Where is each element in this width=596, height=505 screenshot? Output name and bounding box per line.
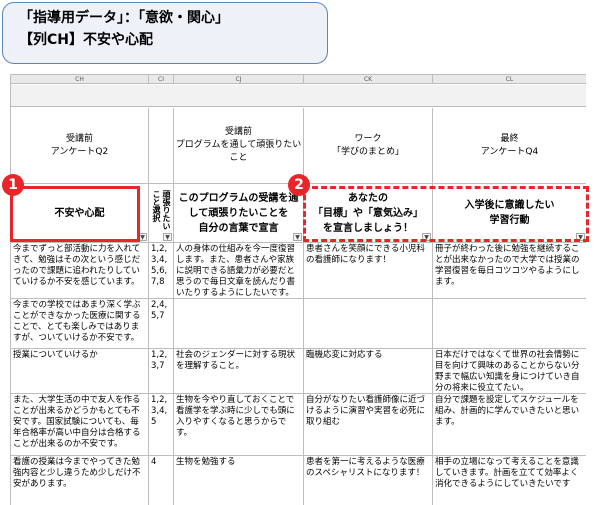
- column-header-ch[interactable]: CH: [11, 75, 149, 84]
- header-cj-program[interactable]: 受講前 プログラムを通して頑張りたいこと: [174, 108, 304, 184]
- highlight-box-ch: [10, 186, 140, 242]
- header-ch-survey[interactable]: 受講前 アンケートQ2: [11, 108, 149, 184]
- header-ci-blank[interactable]: [149, 108, 174, 184]
- header-ck-line2: 「学びのまとめ」: [331, 146, 404, 157]
- table-cell-ch[interactable]: 今までずっと部活動に力を入れてきて、勉強はその次という感じだったので課題に追われ…: [11, 243, 149, 299]
- highlight-box-ck-cl: [303, 186, 589, 242]
- header-ch-line1: 受講前: [65, 133, 93, 144]
- table-cell-ch[interactable]: 授業についていけるか: [11, 349, 149, 394]
- table-cell-cj[interactable]: 生物を勉強する: [174, 456, 304, 505]
- header-cl-final[interactable]: 最終 アンケートQ4: [433, 108, 586, 184]
- table-cell-ci[interactable]: 2,4,5,7: [149, 299, 174, 349]
- header-cj-label-line2: して頑張りたいことを: [188, 207, 289, 219]
- column-header-cl[interactable]: CL: [433, 75, 586, 84]
- table-cell-cj[interactable]: 社会のジェンダーに対する現状を理解すること。: [174, 349, 304, 394]
- table-cell-ck[interactable]: 臨機応変に対応する: [304, 349, 433, 394]
- table-cell-ch[interactable]: 看護の授業は今までやってきた勉強内容と少し違うため少しだけ不安があります。: [11, 456, 149, 505]
- table-cell-ck[interactable]: [304, 299, 433, 349]
- header-cl-line2: アンケートQ4: [480, 146, 539, 157]
- table-cell-ck[interactable]: 自分がなりたい看護師像に近づけるように演習や実習を必死に取り組む: [304, 394, 433, 456]
- header-ch-line2: アンケートQ2: [50, 146, 109, 157]
- table-cell-ch[interactable]: 今までの学校ではあまり深く学ぶことができなかった医療に関することで、とても楽しみ…: [11, 299, 149, 349]
- table-cell-cj[interactable]: [174, 299, 304, 349]
- table-cell-ck[interactable]: 患者さんを笑顔にできる小児科の看護師になります！: [304, 243, 433, 299]
- header-cj-line2: プログラムを通して頑張りたいこと: [175, 140, 302, 163]
- header-ci-choice[interactable]: 頑張りたいこと選択 ▼: [149, 184, 174, 243]
- table-cell-cl[interactable]: 相手の立場になって考えることを意識していきます。計画を立てて効率よく消化できるよ…: [433, 456, 586, 505]
- badge-2: 2: [288, 174, 310, 196]
- table-cell-ch[interactable]: また、大学生活の中で友人を作ることが出来るかどうかもとても不安です。国家試験につ…: [11, 394, 149, 456]
- column-header-ck[interactable]: CK: [304, 75, 433, 84]
- table-cell-ci[interactable]: 1,2,3,7: [149, 349, 174, 394]
- filter-dropdown-ci[interactable]: ▼: [163, 233, 172, 241]
- header-cl-line1: 最終: [500, 133, 519, 144]
- spreadsheet: CH CI CJ CK CL 受講前 アンケートQ2 受講前 プログラムを通して…: [10, 74, 586, 505]
- table-cell-ci[interactable]: 4: [149, 456, 174, 505]
- filter-dropdown-cj[interactable]: ▼: [293, 233, 302, 241]
- table-cell-ci[interactable]: 1,2,3,4,5: [149, 394, 174, 456]
- header-cj-label-line1: このプログラムの受講を通: [178, 192, 299, 204]
- header-ck-work[interactable]: ワーク 「学びのまとめ」: [304, 108, 433, 184]
- table-cell-cj[interactable]: 人の身体の仕組みを今一度復習します。また、患者さんや家族に説明できる語彙力が必要…: [174, 243, 304, 299]
- table-cell-ci[interactable]: 1,2,3,4,5,6,7,8: [149, 243, 174, 299]
- column-header-ci[interactable]: CI: [149, 75, 174, 84]
- header-ck-line1: ワーク: [354, 133, 382, 144]
- table-cell-cl[interactable]: [433, 299, 586, 349]
- banner-subtitle: 【列CH】不安や心配: [19, 32, 153, 48]
- header-cj-declare[interactable]: このプログラムの受講を通 して頑張りたいことを 自分の言葉で宣言 ▼: [174, 184, 304, 243]
- table-cell-cl[interactable]: 日本だけではなくて世界の社会情勢に目を向けて興味のあることからない分野まで幅広い…: [433, 349, 586, 394]
- blank-row[interactable]: [11, 85, 586, 107]
- column-header-cj[interactable]: CJ: [174, 75, 304, 84]
- table-cell-cj[interactable]: 生物を今やり直しておくことで看護学を学ぶ時に少しでも頭に入りやすくなると思うから…: [174, 394, 304, 456]
- table-cell-cl[interactable]: 自分で課題を設定してスケジュールを組み、計画的に学んでいきたいと思います。: [433, 394, 586, 456]
- table-cell-ck[interactable]: 患者を第一に考えるような医療のスペシャリストになります！: [304, 456, 433, 505]
- header-cj-line1: 受講前: [224, 127, 252, 137]
- table-cell-cl[interactable]: 冊子が終わった後に勉強を継続することが出来なかったので大学では授業の学習復習を毎…: [433, 243, 586, 299]
- header-cj-label-line3: 自分の言葉で宣言: [198, 222, 279, 234]
- title-banner: 「指導用データ」：「意欲・関心」 【列CH】不安や心配: [2, 2, 328, 64]
- banner-title: 「指導用データ」：「意欲・関心」: [19, 10, 229, 26]
- badge-1: 1: [2, 174, 24, 196]
